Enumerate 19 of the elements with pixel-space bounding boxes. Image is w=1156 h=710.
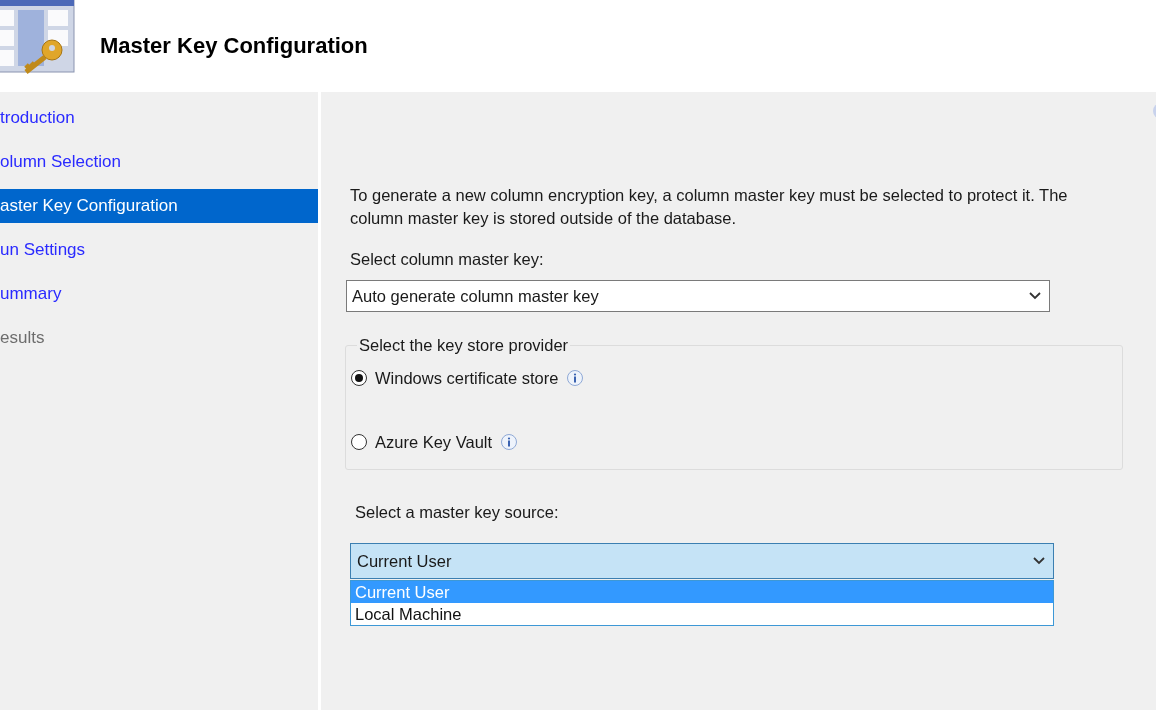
chevron-icon <box>1033 557 1045 565</box>
dropdown-option[interactable]: Local Machine <box>351 603 1053 625</box>
field-label: Select a master key source: <box>355 503 560 522</box>
chevron-icon <box>1029 292 1041 300</box>
radio-label[interactable]: Windows certificate store <box>375 368 559 388</box>
wizard-step-link[interactable]: un Settings <box>0 233 318 267</box>
radio-label[interactable]: Azure Key Vault <box>375 432 493 452</box>
description-text: To generate a new column encryption key, a column master key must be selected to protect it. The column master key is stored outside of the database. <box>350 185 1069 229</box>
radio-button[interactable] <box>351 370 367 386</box>
wizard-step-link[interactable]: troduction <box>0 101 318 135</box>
key-source-dropdown[interactable]: Current User <box>350 543 1054 579</box>
field-label: Select column master key: <box>350 250 545 269</box>
wizard-step-link[interactable]: aster Key Configuration <box>0 189 318 223</box>
wizard-step-link[interactable]: ummary <box>0 277 318 311</box>
wizard-step-link[interactable]: olumn Selection <box>0 145 318 179</box>
group-title: Select the key store provider <box>358 336 570 355</box>
page-title: Master Key Configuration <box>100 33 368 59</box>
radio-button[interactable] <box>351 434 367 450</box>
master-key-dropdown[interactable]: Auto generate column master key <box>346 280 1050 312</box>
